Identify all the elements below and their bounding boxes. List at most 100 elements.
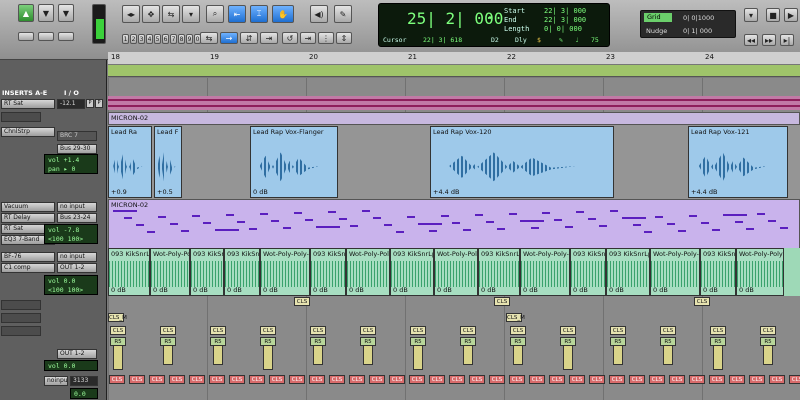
link-button[interactable]: ↺ [282,32,298,44]
cls-clip[interactable]: CLS [294,297,310,306]
empty-insert-slot-3[interactable] [1,313,41,323]
micron-midi-clip[interactable]: MICRON-02 [108,199,800,249]
cls-clip[interactable]: CLS [410,326,426,335]
cls-clip[interactable]: CLS [510,326,526,335]
spot-mode-button[interactable]: ⇵ [240,32,258,44]
vol-pan-display-3[interactable]: vol 0.0 <100 100> [44,275,98,295]
transport-menu-button[interactable]: ▾ [744,8,758,22]
play-button[interactable]: ▶ [784,8,798,22]
cls-clip[interactable]: CLS [310,326,326,335]
edit-mode-9-button[interactable]: 9 [186,34,193,44]
cls-clip-red[interactable]: CLS [469,375,485,384]
drum-clip[interactable]: 093 KikSnrLp 0 dB [478,248,520,296]
zoom-preset-3[interactable] [58,32,74,41]
drum-clip[interactable]: Wot-Poly-Poly-04 0 dB [150,248,190,296]
edit-mode-1-button[interactable]: 1 [122,34,129,44]
edit-mode-2-button[interactable]: 2 [130,34,137,44]
io-noinput-b[interactable]: noinput [44,376,68,386]
cls-clip-red[interactable]: CLS [169,375,185,384]
rewind-button[interactable]: ◂◂ [744,34,758,46]
io-bus-29-30[interactable]: Bus 29-30 [57,144,97,154]
nudge-label[interactable]: Nudge [646,27,667,35]
cls-clip-red[interactable]: CLS [449,375,465,384]
length-value[interactable]: 0| 0| 000 [544,25,582,33]
cls-clip-red[interactable]: CLS [329,375,345,384]
io-no-input-1[interactable]: no input [57,202,97,212]
cls-clip-red[interactable]: CLS [189,375,205,384]
drum-clip[interactable]: 093 KikSnrLp 0 dB [700,248,736,296]
cls-clip-red[interactable]: CLS [609,375,625,384]
cls-clip-red[interactable]: CLS [629,375,645,384]
cls-clip-red[interactable]: CLS [409,375,425,384]
empty-insert-slot[interactable] [1,112,41,122]
slip-mode-button[interactable]: → [220,32,238,44]
cls-clip-red[interactable]: CLS [369,375,385,384]
insert-chnlstrp[interactable]: ChnlStrp [1,127,55,137]
mode-menu-button[interactable]: ▾ [182,5,200,23]
cls-clip[interactable]: CLS [494,297,510,306]
fast-forward-button[interactable]: ▸▸ [762,34,776,46]
cls-clip[interactable]: CLS_M [108,313,127,322]
cls-clip[interactable]: CLS [560,326,576,335]
counter-menu-icon[interactable]: ▾ [488,13,493,22]
io-value-1[interactable]: -12.1 [57,99,85,109]
vox-clip[interactable]: Lead Rap Vox-121 +4.4 dB [688,126,788,198]
cls-clip-red[interactable]: CLS [309,375,325,384]
cls-clip-red[interactable]: CLS [129,375,145,384]
start-value[interactable]: 22| 3| 000 [544,7,586,15]
cls-clip[interactable]: CLS [110,326,126,335]
cls-clip-red[interactable]: CLS [769,375,785,384]
drum-clip[interactable]: 093 KikSnrLp 0 dB [108,248,150,296]
micron-top-clip[interactable]: MICRON-02 [108,112,800,125]
vol-display-4[interactable]: vol 0.0 [44,360,98,371]
trim-icon[interactable]: ⇤ [228,5,246,23]
edit-mode-3-button[interactable]: 3 [138,34,145,44]
cls-clip[interactable]: CLS [694,297,710,306]
cls-clip-red[interactable]: CLS [569,375,585,384]
cls-clip-red[interactable]: CLS [529,375,545,384]
insert-rt-delay[interactable]: RT Delay [1,213,55,223]
vox-clip[interactable]: Lead Rap Vox-120 +4.4 dB [430,126,614,198]
cls-clip-red[interactable]: CLS [389,375,405,384]
empty-insert-slot-4[interactable] [1,326,41,336]
vox-clip[interactable]: Lead F +0.5 [154,126,182,198]
p-button-1[interactable]: P [86,99,94,108]
cls-clip-red[interactable]: CLS [689,375,705,384]
insert-vacuum[interactable]: Vacuum [1,202,55,212]
vol-pan-display-2[interactable]: vol -7.8 <100 100> [44,224,98,244]
cls-clip-red[interactable]: CLS [729,375,745,384]
vox-clip[interactable]: Lead Rap Vox-Flanger 0 dB [250,126,338,198]
cls-clip-red[interactable]: CLS [149,375,165,384]
cls-clip-red[interactable]: CLS [349,375,365,384]
selector-icon[interactable]: ⌶ [250,5,268,23]
zoom-preset-1[interactable] [18,32,34,41]
drum-clip[interactable]: 093 KikSnrLp 0 dB [310,248,346,296]
cls-clip-red[interactable]: CLS [749,375,765,384]
edit-lock-button[interactable]: ⋮ [318,32,334,44]
edit-window-tracks[interactable]: MICRON-02 Lead Ra +0.9 Lead F +0.5 Lead Rap … [108,78,800,400]
main-counter[interactable]: 25| 2| 000 ▾ Start 22| 3| 000 End 22| 3|… [378,3,610,47]
edit-mode-6-button[interactable]: 6 [162,34,169,44]
cls-clip-red[interactable]: CLS [649,375,665,384]
cls-clip-red[interactable]: CLS [789,375,800,384]
cls-clip[interactable]: CLS_M [506,313,525,322]
pencil-icon[interactable]: ✎ [334,5,352,23]
drum-clip[interactable]: Wot-Poly-Poly-0 0 dB [346,248,390,296]
grid-label[interactable]: Grid [644,13,672,22]
p-button-2[interactable]: P [95,99,103,108]
zoom-icon[interactable]: ⌕ [206,5,224,23]
bars-beats-ruler[interactable]: 18 19 20 21 22 23 24 [108,52,800,65]
cls-clip[interactable]: CLS [460,326,476,335]
tempo-value[interactable]: 75 [591,36,599,44]
cls-clip-red[interactable]: CLS [209,375,225,384]
insert-rt-sat[interactable]: RT Sat [1,99,55,109]
edit-mode-7-button[interactable]: 7 [170,34,177,44]
zoom-preset-2[interactable] [38,32,54,41]
hand-icon[interactable]: ✋ [272,5,294,23]
trim-tool-button[interactable]: ◂▸ [122,5,140,23]
vol-display-5[interactable]: 0.0 [70,388,98,399]
cls-clip[interactable]: CLS [710,326,726,335]
arrow-down-alt-button[interactable]: ▼ [58,4,74,22]
nudge-value[interactable]: 0| 1| 000 [683,27,712,35]
io-bus-23-24[interactable]: Bus 23-24 [57,213,97,223]
